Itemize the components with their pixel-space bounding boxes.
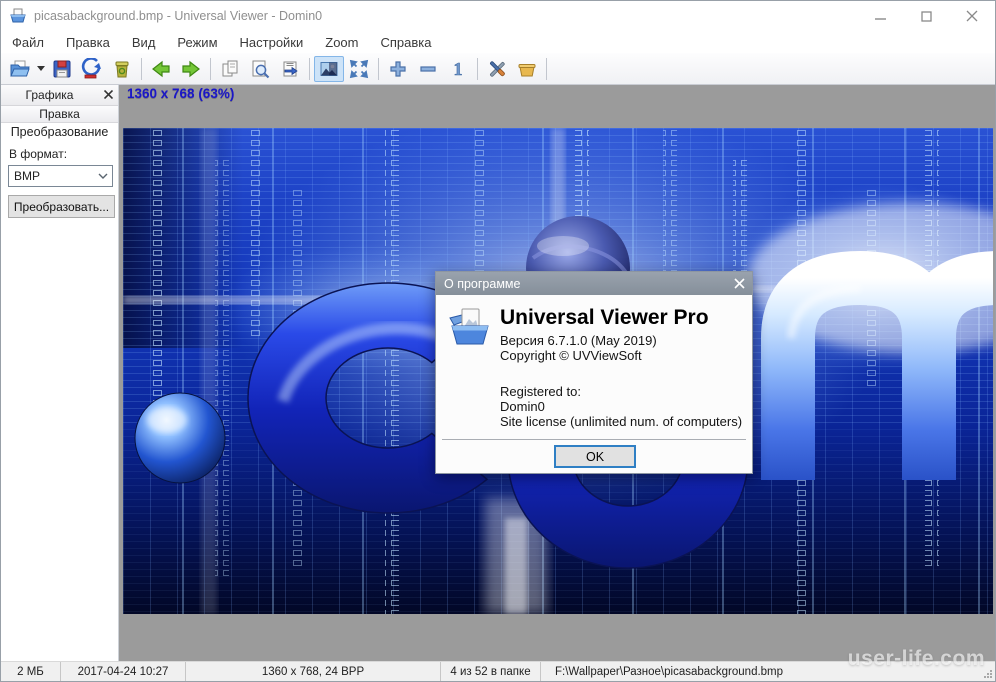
status-folder-position: 4 из 52 в папке [441,662,541,681]
save-icon [51,58,73,80]
titlebar: picasabackground.bmp - Universal Viewer … [1,1,995,31]
save-button[interactable] [47,56,77,82]
svg-text:1: 1 [454,59,463,79]
trash-icon [111,58,133,80]
convert-button[interactable]: Преобразовать... [8,195,115,218]
refresh-button[interactable] [77,56,107,82]
sidebar-tab-label: Графика [1,88,98,102]
menu-edit[interactable]: Правка [55,33,121,52]
image-view-button[interactable] [314,56,344,82]
toolbar-separator [546,58,547,80]
app-icon [9,7,27,25]
sidebar-tab-graphics[interactable]: Графика [1,85,118,106]
menu-view[interactable]: Вид [121,33,167,52]
back-button[interactable] [146,56,176,82]
minimize-button[interactable] [857,1,903,31]
about-copyright: Copyright © UVViewSoft [500,348,642,363]
tools-icon [486,58,508,80]
zoom-out-button[interactable] [413,56,443,82]
about-registered-label: Registered to: [500,384,581,399]
maximize-button[interactable] [903,1,949,31]
about-dialog-titlebar[interactable]: О программе [436,272,752,295]
status-file-date: 2017-04-24 10:27 [61,662,186,681]
about-version: Версия 6.7.1.0 (May 2019) [500,333,657,348]
delete-button[interactable] [107,56,137,82]
about-license: Site license (unlimited num. of computer… [500,414,742,429]
arrow-right-icon [180,58,202,80]
status-file-size: 2 МБ [1,662,61,681]
open-button[interactable] [5,56,35,82]
find-button[interactable] [245,56,275,82]
toolbox-icon [516,58,538,80]
refresh-arrow-icon [81,58,103,80]
menu-settings[interactable]: Настройки [229,33,315,52]
sidebar-section-title: Преобразование [1,123,118,142]
toolbar-separator [210,58,211,80]
close-icon [104,90,113,99]
universal-viewer-box-icon [448,305,492,349]
about-close-button[interactable] [726,276,752,292]
about-registered-name: Domin0 [500,399,545,414]
chevron-down-icon [94,173,112,179]
sidebar-panel: Графика Правка Преобразование В формат: … [1,85,119,661]
image-icon [318,58,340,80]
options-button[interactable] [512,56,542,82]
copy-button[interactable] [215,56,245,82]
copy-pages-icon [219,58,241,80]
forward-button[interactable] [176,56,206,82]
menu-zoom[interactable]: Zoom [314,33,369,52]
sidebar-close-button[interactable] [98,85,118,105]
tools-button[interactable] [482,56,512,82]
image-viewer: 1360 x 768 (63%) [119,85,995,661]
close-button[interactable] [949,1,995,31]
status-dimensions: 1360 x 768, 24 BPP [186,662,441,681]
move-button[interactable] [275,56,305,82]
fullscreen-button[interactable] [344,56,374,82]
format-select-value: BMP [9,169,94,183]
page-arrow-icon [279,58,301,80]
folder-open-icon [9,58,31,80]
menu-mode[interactable]: Режим [166,33,228,52]
format-label: В формат: [9,147,67,161]
menubar: Файл Правка Вид Режим Настройки Zoom Спр… [1,31,995,53]
close-icon [734,278,745,289]
maximize-icon [921,11,932,22]
close-icon [966,10,978,22]
open-dropdown-button[interactable] [35,56,47,82]
window-title: picasabackground.bmp - Universal Viewer … [34,9,322,23]
about-app-name: Universal Viewer Pro [500,306,709,330]
menu-file[interactable]: Файл [1,33,55,52]
one-to-one-icon: 1 [447,58,469,80]
actual-size-button[interactable]: 1 [443,56,473,82]
about-dialog-title: О программе [436,277,726,291]
image-size-zoom-label: 1360 x 768 (63%) [127,86,234,101]
about-separator [442,439,746,440]
statusbar: 2 МБ 2017-04-24 10:27 1360 x 768, 24 BPP… [1,661,995,681]
zoom-in-button[interactable] [383,56,413,82]
about-dialog: О программе Universal Viewer Pro Версия … [435,271,753,474]
app-window: picasabackground.bmp - Universal Viewer … [0,0,996,682]
arrow-left-icon [150,58,172,80]
format-select[interactable]: BMP [8,165,113,187]
toolbar-separator [378,58,379,80]
chevron-down-icon [37,66,45,71]
toolbar-separator [309,58,310,80]
minus-icon [417,58,439,80]
magnifier-page-icon [249,58,271,80]
toolbar-separator [141,58,142,80]
site-watermark: user-life.com [848,647,985,671]
toolbar: 1 [1,53,995,85]
toolbar-separator [477,58,478,80]
window-controls [857,1,995,31]
sidebar-edit-header[interactable]: Правка [1,106,118,123]
ok-button[interactable]: OK [554,445,636,468]
plus-icon [387,58,409,80]
expand-arrows-icon [348,58,370,80]
menu-help[interactable]: Справка [370,33,443,52]
minimize-icon [875,11,886,22]
